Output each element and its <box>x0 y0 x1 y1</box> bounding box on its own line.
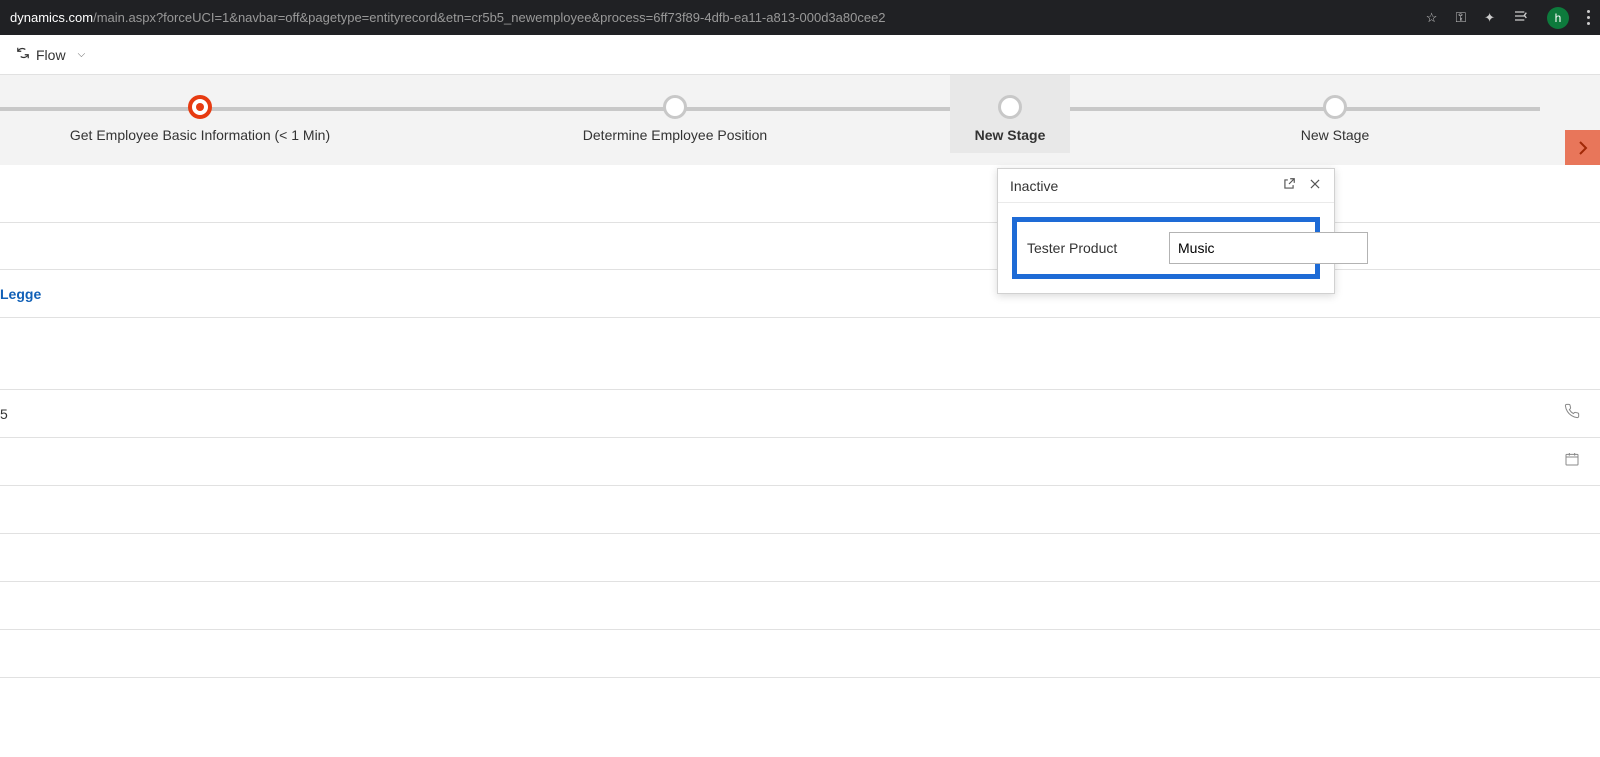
stage-determine-position[interactable]: Determine Employee Position <box>400 95 950 143</box>
extensions-icon[interactable]: ✦ <box>1484 10 1495 26</box>
tester-product-field-highlight: Tester Product <box>1012 217 1320 279</box>
popup-header-icons <box>1282 177 1322 194</box>
stage-label: Get Employee Basic Information (< 1 Min) <box>70 127 330 143</box>
browser-actions: ☆ ⚿ ✦ h <box>1426 7 1590 29</box>
stage-new-stage-4[interactable]: New Stage <box>1070 95 1600 143</box>
chevron-down-icon: ⌵ <box>78 49 86 60</box>
browser-address-bar: dynamics.com/main.aspx?forceUCI=1&navbar… <box>0 0 1600 35</box>
stage-circle-active <box>188 95 212 119</box>
popup-body: Tester Product <box>998 203 1334 293</box>
stage-label: New Stage <box>1301 127 1369 143</box>
form-row-phone[interactable]: 5 <box>0 390 1600 438</box>
stage-label: New Stage <box>975 127 1046 143</box>
tester-product-label: Tester Product <box>1027 240 1157 256</box>
flow-button[interactable]: Flow ⌵ <box>8 42 93 67</box>
stage-employee-info[interactable]: Get Employee Basic Information (< 1 Min) <box>0 95 400 143</box>
form-row[interactable] <box>0 630 1600 678</box>
form-row-owner[interactable]: Legge <box>0 270 1600 318</box>
close-icon[interactable] <box>1308 177 1322 194</box>
browser-menu-icon[interactable] <box>1587 10 1590 25</box>
form-content: Legge 5 <box>0 222 1600 678</box>
popup-title: Inactive <box>1010 178 1058 194</box>
stage-new-stage-selected[interactable]: New Stage <box>950 75 1070 153</box>
phone-icon[interactable] <box>1564 403 1580 424</box>
popup-header: Inactive <box>998 169 1334 203</box>
form-row[interactable] <box>0 486 1600 534</box>
stage-circle <box>1323 95 1347 119</box>
star-icon[interactable]: ☆ <box>1426 10 1438 26</box>
stage-circle <box>998 95 1022 119</box>
url-text[interactable]: dynamics.com/main.aspx?forceUCI=1&navbar… <box>10 10 1406 25</box>
stage-popup: Inactive Tester Product <box>997 168 1335 294</box>
form-row[interactable] <box>0 318 1600 390</box>
key-icon[interactable]: ⚿ <box>1455 9 1466 26</box>
calendar-icon[interactable] <box>1564 451 1580 472</box>
stage-circle <box>663 95 687 119</box>
toolbar: Flow ⌵ <box>0 35 1600 75</box>
flow-label: Flow <box>36 47 66 63</box>
flow-icon <box>16 46 30 63</box>
form-row[interactable] <box>0 582 1600 630</box>
tester-product-input[interactable] <box>1169 232 1368 264</box>
form-row-date[interactable] <box>0 438 1600 486</box>
owner-link[interactable]: Legge <box>0 286 41 302</box>
phone-value: 5 <box>0 406 8 422</box>
stage-label: Determine Employee Position <box>583 127 767 143</box>
reading-list-icon[interactable] <box>1513 8 1529 27</box>
process-stages-bar: Get Employee Basic Information (< 1 Min)… <box>0 75 1600 165</box>
profile-avatar[interactable]: h <box>1547 7 1569 29</box>
form-row[interactable] <box>0 534 1600 582</box>
popout-icon[interactable] <box>1282 177 1296 194</box>
